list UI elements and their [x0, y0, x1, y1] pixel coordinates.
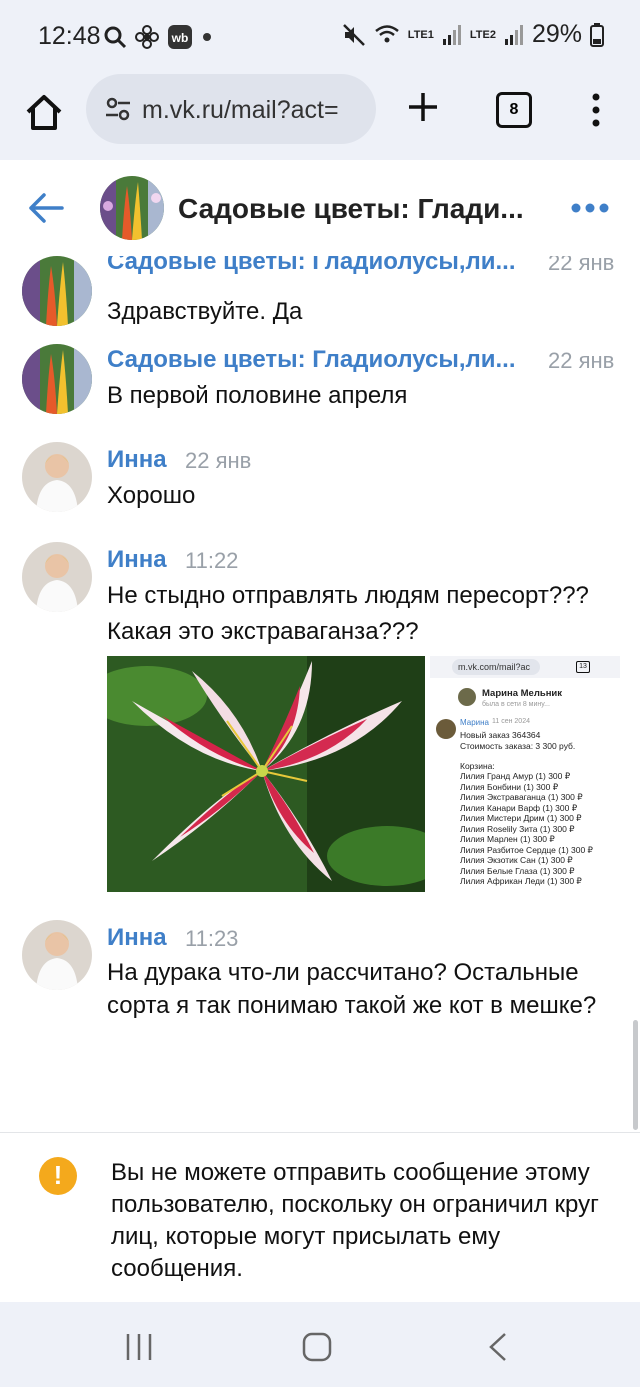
- wifi-icon: [375, 24, 399, 42]
- chat-title: Садовые цветы: Глади...: [178, 193, 524, 224]
- shot-date: 11 сен 2024: [492, 718, 530, 725]
- status-bar: 12:48 wb LTE1 LTE2 29%: [0, 0, 640, 72]
- shot-line: Новый заказ 364364: [460, 730, 541, 740]
- shot-line: Лилия Гранд Амур (1) 300 ₽: [460, 771, 571, 781]
- svg-text:wb: wb: [171, 31, 189, 45]
- sim2-label: LTE2: [469, 28, 496, 41]
- message-time: 22 янв: [185, 448, 252, 473]
- shot-line: Лилия Бонбини (1) 300 ₽: [460, 781, 559, 792]
- attached-screenshot[interactable]: m.vk.com/mail?ac 13 Марина Мельник была …: [430, 656, 620, 892]
- attached-photo-lily[interactable]: [107, 656, 425, 892]
- message-time: 11:22: [185, 548, 239, 573]
- message-text: Здравствуйте. Да: [107, 298, 303, 325]
- nav-back-icon[interactable]: [488, 1332, 508, 1362]
- new-tab-icon[interactable]: [405, 89, 441, 125]
- shot-line: Лилия Африкан Леди (1) 300 ₽: [460, 876, 582, 886]
- shot-line: Лилия Roselily Зита (1) 300 ₽: [460, 823, 575, 834]
- battery-icon: [590, 22, 604, 47]
- sim1-label: LTE1: [407, 28, 434, 41]
- cannot-send-notice: ! Вы не можете отправить сообщение этому…: [0, 1132, 640, 1303]
- more-options-icon[interactable]: [570, 202, 610, 214]
- browser-menu-icon[interactable]: [590, 92, 602, 128]
- message-author[interactable]: Инна: [107, 446, 167, 474]
- status-right: LTE1 LTE2 29%: [342, 20, 604, 49]
- site-settings-icon[interactable]: [104, 96, 132, 122]
- fan-icon: [135, 25, 159, 49]
- message-time: 11:23: [185, 926, 239, 951]
- message-author[interactable]: Инна: [107, 546, 167, 574]
- shot-line: Лилия Экстраваганца (1) 300 ₽: [460, 792, 583, 802]
- scrollbar[interactable]: [633, 1020, 638, 1130]
- message-time: 22 янв: [548, 348, 615, 373]
- status-time: 12:48: [38, 22, 101, 50]
- user-avatar[interactable]: [22, 920, 92, 990]
- wb-icon: wb: [168, 25, 192, 49]
- back-arrow-icon[interactable]: [28, 192, 64, 224]
- message-text: На дурака что-ли рассчитано? Остальные с…: [107, 959, 597, 1019]
- group-avatar[interactable]: [22, 344, 92, 414]
- battery-percent: 29%: [531, 20, 582, 48]
- home-icon[interactable]: [22, 90, 66, 134]
- shot-avatar: [458, 688, 476, 706]
- address-bar[interactable]: m.vk.ru/mail?act=: [86, 74, 376, 144]
- shot-line: Лилия Марлен (1) 300 ₽: [460, 834, 555, 844]
- message-author[interactable]: Садовые цветы: Гладиолусы,ли...: [107, 346, 516, 374]
- shot-line: Стоимость заказа: 3 300 руб.: [460, 741, 576, 751]
- shot-line: Лилия Мистери Дрим (1) 300 ₽: [460, 813, 582, 823]
- warning-icon: !: [39, 1157, 77, 1195]
- signal2-icon: [504, 24, 523, 45]
- system-nav-bar: [0, 1302, 640, 1387]
- user-avatar[interactable]: [22, 442, 92, 512]
- shot-line: Лилия Белые Глаза (1) 300 ₽: [460, 865, 575, 876]
- shot-author: Марина: [460, 718, 489, 727]
- tab-count-button[interactable]: 8: [496, 92, 532, 128]
- message-text: Хорошо: [107, 482, 196, 509]
- shot-last-seen: была в сети 8 мину...: [482, 701, 550, 708]
- message-author[interactable]: Садовые цветы: Гладиолусы,ли...: [107, 256, 516, 276]
- status-left-icons: wb: [103, 24, 213, 50]
- group-avatar[interactable]: [22, 256, 92, 326]
- chat-header: Садовые цветы: Глади...: [0, 160, 640, 256]
- shot-line: Лилия Экзотик Сан (1) 300 ₽: [460, 855, 573, 865]
- group-avatar[interactable]: [100, 176, 164, 240]
- shot-url: m.vk.com/mail?ac: [458, 662, 531, 672]
- browser-toolbar: m.vk.ru/mail?act= 8: [0, 72, 640, 161]
- url-text: m.vk.ru/mail?act=: [142, 96, 339, 124]
- message-text: Не стыдно отправлять людям пересорт???Ка…: [107, 582, 589, 645]
- mute-icon: [342, 23, 365, 46]
- shot-contact-name: Марина Мельник: [482, 688, 563, 699]
- search-icon: [104, 26, 127, 49]
- shot-line: Лилия Разбитое Сердце (1) 300 ₽: [460, 844, 593, 855]
- user-avatar[interactable]: [22, 542, 92, 612]
- notice-text: Вы не можете отправить сообщение этому п…: [111, 1159, 599, 1282]
- nav-home-icon[interactable]: [302, 1332, 332, 1362]
- message-text: В первой половине апреля: [107, 382, 408, 409]
- message-time: 22 янв: [548, 256, 615, 275]
- shot-msg-avatar: [436, 719, 456, 739]
- message-author[interactable]: Инна: [107, 924, 167, 952]
- message-list[interactable]: Садовые цветы: Гладиолусы,ли... 22 янв З…: [0, 256, 640, 1132]
- shot-tab-count: 13: [576, 661, 590, 673]
- shot-line: Лилия Канари Варф (1) 300 ₽: [460, 802, 578, 813]
- dot-icon: [203, 33, 211, 41]
- recent-apps-icon[interactable]: [124, 1332, 154, 1362]
- shot-line: Корзина:: [460, 761, 495, 771]
- signal1-icon: [442, 24, 461, 45]
